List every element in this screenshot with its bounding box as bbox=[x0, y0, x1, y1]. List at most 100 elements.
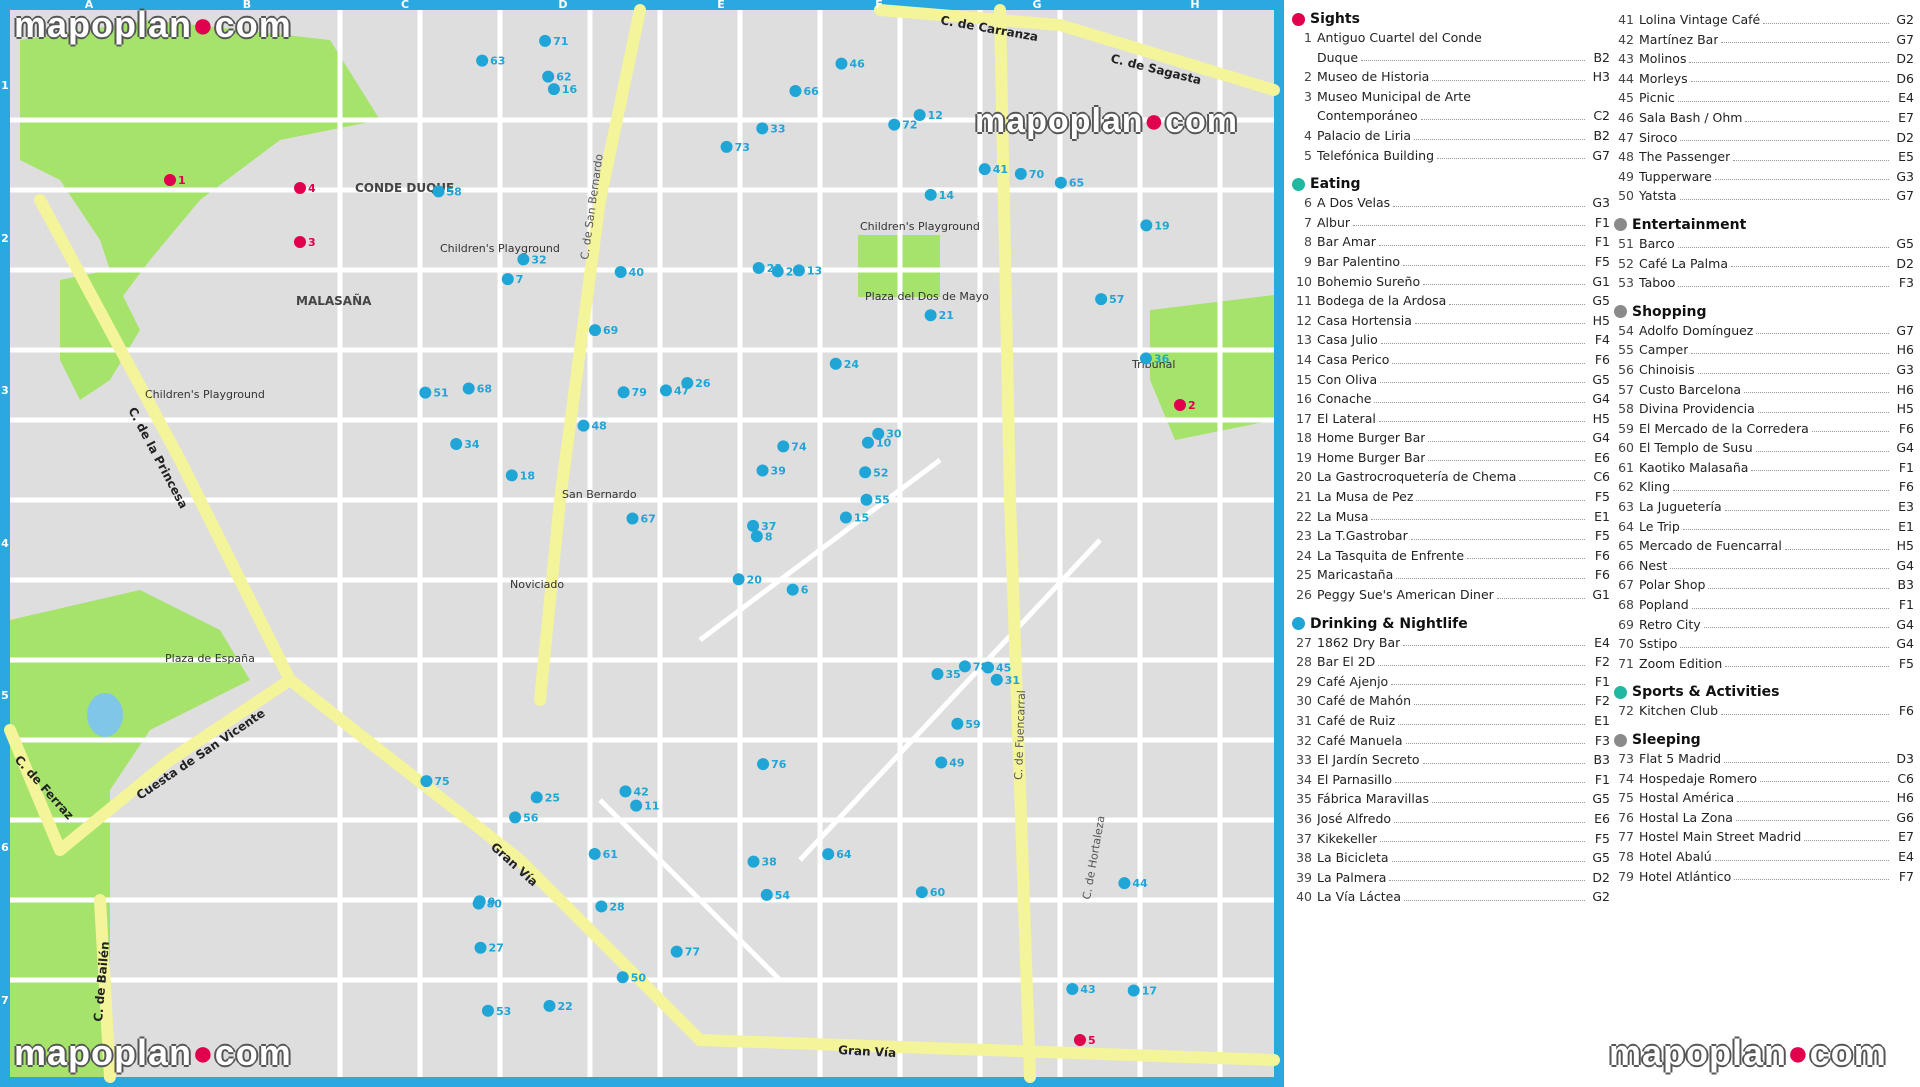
poi-marker-11[interactable]: 11 bbox=[630, 799, 659, 813]
legend-item[interactable]: 18 Home Burger Bar G4 bbox=[1292, 428, 1610, 448]
poi-marker-71[interactable]: 71 bbox=[539, 34, 568, 48]
poi-marker-44[interactable]: 44 bbox=[1118, 877, 1148, 890]
legend-item[interactable]: 58 Divina Providencia H5 bbox=[1614, 399, 1914, 419]
legend-item[interactable]: 4 Palacio de Liria B2 bbox=[1292, 126, 1610, 146]
legend-item[interactable]: 41 Lolina Vintage Café G2 bbox=[1614, 10, 1914, 30]
legend-item[interactable]: 69 Retro City G4 bbox=[1614, 615, 1914, 635]
map-panel[interactable]: C. de Carranza C. de Sagasta C. de la Pr… bbox=[0, 0, 1284, 1087]
legend-item[interactable]: 67 Polar Shop B3 bbox=[1614, 575, 1914, 595]
legend-item[interactable]: 54 Adolfo Domínguez G7 bbox=[1614, 321, 1914, 341]
legend-item[interactable]: Duque B2 bbox=[1292, 48, 1610, 68]
poi-marker-53[interactable]: 53 bbox=[481, 1004, 511, 1018]
poi-marker-67[interactable]: 67 bbox=[626, 512, 656, 526]
legend-item[interactable]: 11 Bodega de la Ardosa G5 bbox=[1292, 291, 1610, 311]
poi-marker-63[interactable]: 63 bbox=[476, 54, 505, 68]
poi-marker-43[interactable]: 43 bbox=[1066, 982, 1096, 996]
poi-marker-30[interactable]: 30 bbox=[872, 427, 902, 441]
legend-item[interactable]: 25 Maricastaña F6 bbox=[1292, 565, 1610, 585]
legend-item[interactable]: 65 Mercado de Fuencarral H5 bbox=[1614, 536, 1914, 556]
poi-marker-48[interactable]: 48 bbox=[577, 419, 607, 433]
poi-marker-75[interactable]: 75 bbox=[420, 775, 450, 788]
legend-item[interactable]: 79 Hotel Atlántico F7 bbox=[1614, 867, 1914, 887]
poi-marker-39[interactable]: 39 bbox=[756, 464, 786, 478]
legend-item[interactable]: 16 Conache G4 bbox=[1292, 389, 1610, 409]
poi-marker-55[interactable]: 55 bbox=[860, 493, 890, 507]
legend-item[interactable]: 73 Flat 5 Madrid D3 bbox=[1614, 749, 1914, 769]
poi-marker-72[interactable]: 72 bbox=[888, 118, 918, 132]
poi-marker-69[interactable]: 69 bbox=[589, 324, 618, 337]
poi-marker-54[interactable]: 54 bbox=[760, 888, 791, 902]
legend-item[interactable]: 20 La Gastrocroquetería de Chema C6 bbox=[1292, 467, 1610, 487]
poi-marker-18[interactable]: 18 bbox=[505, 469, 535, 482]
poi-marker-27[interactable]: 27 bbox=[474, 941, 504, 955]
poi-marker-24[interactable]: 24 bbox=[829, 357, 860, 371]
legend-item[interactable]: 59 El Mercado de la Corredera F6 bbox=[1614, 419, 1914, 439]
legend-item[interactable]: 19 Home Burger Bar E6 bbox=[1292, 448, 1610, 468]
poi-marker-17[interactable]: 17 bbox=[1127, 984, 1157, 997]
poi-marker-68[interactable]: 68 bbox=[462, 382, 492, 396]
legend-item[interactable]: 77 Hostel Main Street Madrid E7 bbox=[1614, 827, 1914, 847]
legend-item[interactable]: 42 Martínez Bar G7 bbox=[1614, 30, 1914, 50]
poi-marker-33[interactable]: 33 bbox=[756, 122, 786, 135]
legend-item[interactable]: 57 Custo Barcelona H6 bbox=[1614, 380, 1914, 400]
legend-item[interactable]: 23 La T.Gastrobar F5 bbox=[1292, 526, 1610, 546]
legend-item[interactable]: 50 Yatsta G7 bbox=[1614, 186, 1914, 206]
legend-item[interactable]: 24 La Tasquita de Enfrente F6 bbox=[1292, 546, 1610, 566]
legend-item[interactable]: 2 Museo de Historia H3 bbox=[1292, 67, 1610, 87]
legend-item[interactable]: 35 Fábrica Maravillas G5 bbox=[1292, 789, 1610, 809]
poi-marker-64[interactable]: 64 bbox=[822, 848, 852, 861]
legend-item[interactable]: Contemporáneo C2 bbox=[1292, 106, 1610, 126]
poi-marker-20[interactable]: 20 bbox=[732, 573, 763, 586]
legend-item[interactable]: 34 El Parnasillo F1 bbox=[1292, 770, 1610, 790]
poi-marker-42[interactable]: 42 bbox=[619, 785, 649, 798]
poi-marker-34[interactable]: 34 bbox=[450, 438, 480, 451]
legend-item[interactable]: 7 Albur F1 bbox=[1292, 213, 1610, 233]
legend-item[interactable]: 53 Taboo F3 bbox=[1614, 273, 1914, 293]
legend-item[interactable]: 12 Casa Hortensia H5 bbox=[1292, 311, 1610, 331]
poi-marker-38[interactable]: 38 bbox=[747, 855, 777, 869]
poi-marker-76[interactable]: 76 bbox=[757, 758, 787, 771]
legend-item[interactable]: 60 El Templo de Susu G4 bbox=[1614, 438, 1914, 458]
poi-marker-32[interactable]: 32 bbox=[517, 253, 547, 266]
poi-marker-60[interactable]: 60 bbox=[915, 886, 946, 899]
poi-marker-57[interactable]: 57 bbox=[1095, 293, 1124, 306]
poi-marker-52[interactable]: 52 bbox=[859, 466, 888, 479]
poi-marker-41[interactable]: 41 bbox=[978, 163, 1008, 176]
legend-item[interactable]: 26 Peggy Sue's American Diner G1 bbox=[1292, 585, 1610, 605]
poi-marker-56[interactable]: 56 bbox=[509, 811, 539, 824]
legend-item[interactable]: 61 Kaotiko Malasaña F1 bbox=[1614, 458, 1914, 478]
poi-marker-47[interactable]: 47 bbox=[659, 384, 689, 397]
legend-item[interactable]: 32 Café Manuela F3 bbox=[1292, 731, 1610, 751]
poi-marker-16[interactable]: 16 bbox=[547, 83, 578, 96]
poi-marker-50[interactable]: 50 bbox=[616, 971, 647, 984]
poi-marker-78[interactable]: 78 bbox=[958, 660, 988, 673]
poi-marker-22[interactable]: 22 bbox=[543, 999, 573, 1013]
legend-item[interactable]: 51 Barco G5 bbox=[1614, 234, 1914, 254]
poi-marker-79[interactable]: 79 bbox=[617, 386, 647, 399]
legend-item[interactable]: 28 Bar El 2D F2 bbox=[1292, 652, 1610, 672]
legend-item[interactable]: 76 Hostal La Zona G6 bbox=[1614, 808, 1914, 828]
legend-item[interactable]: 74 Hospedaje Romero C6 bbox=[1614, 769, 1914, 789]
legend-item[interactable]: 68 Popland F1 bbox=[1614, 595, 1914, 615]
legend-item[interactable]: 62 Kling F6 bbox=[1614, 477, 1914, 497]
poi-marker-29[interactable]: 29 bbox=[771, 265, 801, 278]
poi-marker-46[interactable]: 46 bbox=[835, 58, 865, 71]
legend-item[interactable]: 78 Hotel Abalú E4 bbox=[1614, 847, 1914, 867]
legend-item[interactable]: 38 La Bicicleta G5 bbox=[1292, 848, 1610, 868]
legend-item[interactable]: 27 1862 Dry Bar E4 bbox=[1292, 633, 1610, 653]
legend-item[interactable]: 37 Kikekeller F5 bbox=[1292, 829, 1610, 849]
legend-item[interactable]: 9 Bar Palentino F5 bbox=[1292, 252, 1610, 272]
legend-item[interactable]: 17 El Lateral H5 bbox=[1292, 409, 1610, 429]
legend-item[interactable]: 46 Sala Bash / Ohm E7 bbox=[1614, 108, 1914, 128]
legend-item[interactable]: 3 Museo Municipal de Arte bbox=[1292, 87, 1610, 107]
legend-item[interactable]: 39 La Palmera D2 bbox=[1292, 868, 1610, 888]
poi-marker-15[interactable]: 15 bbox=[839, 511, 869, 525]
legend-item[interactable]: 36 José Alfredo E6 bbox=[1292, 809, 1610, 829]
poi-marker-12[interactable]: 12 bbox=[913, 109, 943, 122]
poi-marker-49[interactable]: 49 bbox=[935, 756, 965, 769]
legend-item[interactable]: 13 Casa Julio F4 bbox=[1292, 330, 1610, 350]
poi-marker-59[interactable]: 59 bbox=[951, 717, 981, 731]
legend-item[interactable]: 70 Sstipo G4 bbox=[1614, 634, 1914, 654]
legend-item[interactable]: 63 La Juguetería E3 bbox=[1614, 497, 1914, 517]
legend-item[interactable]: 30 Café de Mahón F2 bbox=[1292, 691, 1610, 711]
